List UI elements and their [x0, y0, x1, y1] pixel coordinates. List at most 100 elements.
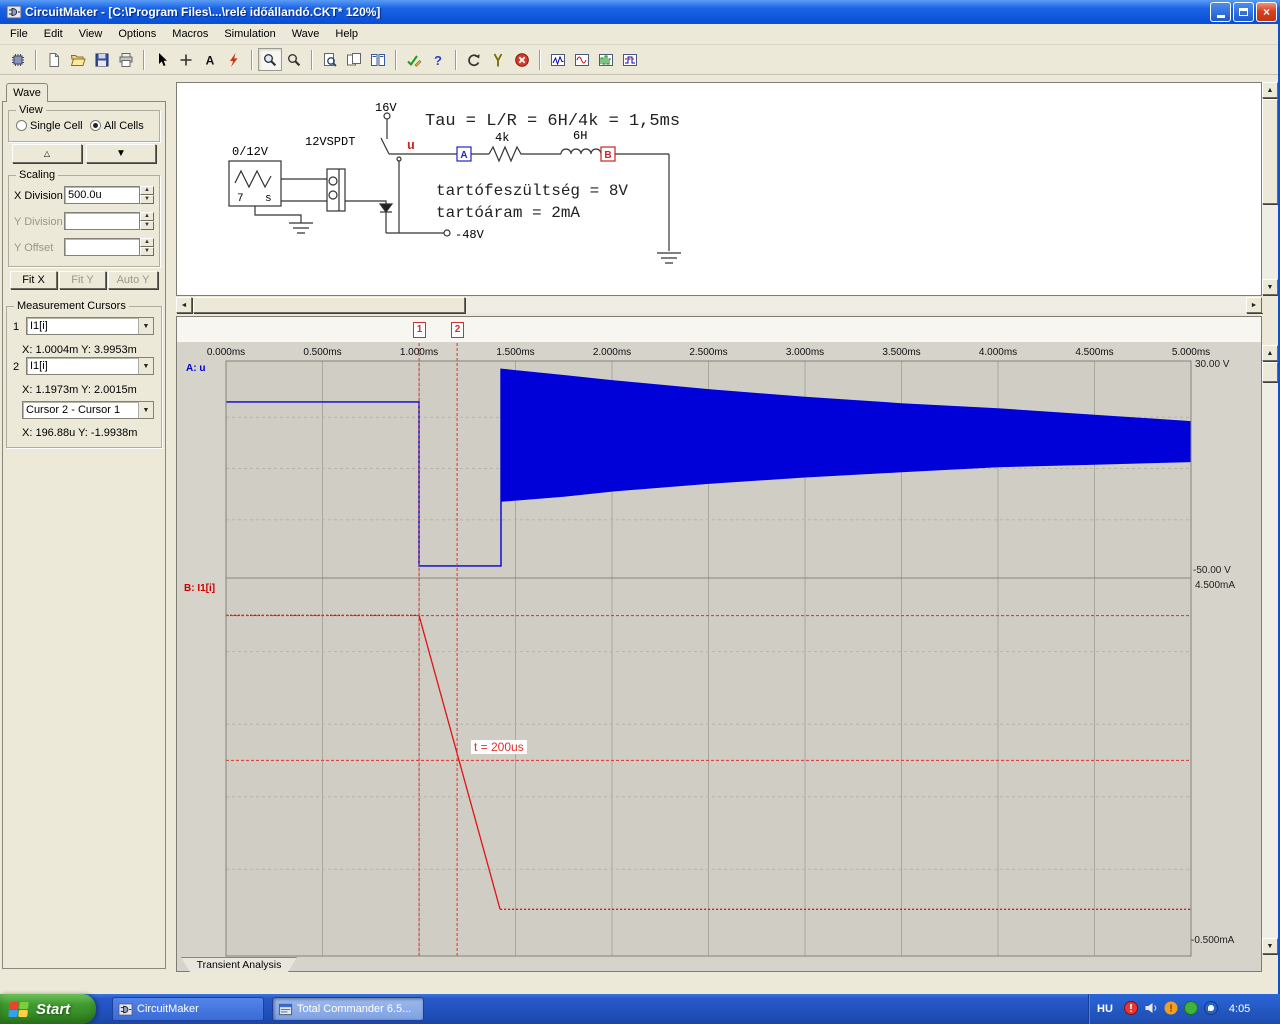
cursor-flag-1[interactable]: 1	[413, 322, 426, 338]
chevron-down-icon[interactable]: ▼	[138, 318, 153, 334]
circuit-hscroll-thumb[interactable]	[193, 297, 465, 313]
menu-wave[interactable]: Wave	[284, 25, 328, 43]
fit-page-icon[interactable]	[318, 48, 342, 71]
y-offset-input[interactable]	[64, 238, 140, 256]
x-tick-label: 2.500ms	[689, 347, 728, 358]
scroll-right-icon[interactable]: ►	[1246, 297, 1262, 313]
zoom-icon[interactable]	[282, 48, 306, 71]
alert-icon[interactable]: !	[1163, 1000, 1179, 1016]
minimize-icon[interactable]	[1210, 2, 1231, 22]
circuit-vscroll-thumb[interactable]	[1262, 99, 1278, 204]
y-offset-spinner[interactable]: ▲ ▼	[140, 238, 154, 256]
tile-windows-icon[interactable]	[366, 48, 390, 71]
note-hold-voltage: tartófeszültség = 8V	[436, 182, 628, 200]
cursor2-signal-select[interactable]: I1[i] ▼	[26, 357, 154, 375]
cursor1-signal-select[interactable]: I1[i] ▼	[26, 317, 154, 335]
help-icon[interactable]: ?	[426, 48, 450, 71]
channel-a-max-label: 30.00 V	[1195, 359, 1230, 370]
zoom-window-icon[interactable]	[258, 48, 282, 71]
taskbar-task-2[interactable]: Total Commander 6.5...	[272, 997, 424, 1021]
start-button[interactable]: Start	[0, 994, 96, 1024]
schematic-panel: 16V 0/12V 7 s 12VSPDT u A B 4k 6H -48V T…	[176, 82, 1262, 296]
cursor-diff-readout: X: 196.88u Y: -1.9938m	[22, 427, 138, 439]
radio-single-cell[interactable]	[16, 120, 27, 131]
auto-y-button: Auto Y	[108, 271, 158, 289]
total-commander-icon	[278, 1002, 293, 1017]
toolbar-separator	[539, 49, 541, 70]
cursor-diff-select[interactable]: Cursor 2 - Cursor 1 ▼	[22, 401, 154, 419]
taskbar-task-1[interactable]: CircuitMaker	[112, 997, 264, 1021]
channel-a-label: A: u	[186, 363, 206, 374]
scroll-up-icon[interactable]: ▲	[1262, 82, 1278, 98]
x-division-spinner[interactable]: ▲ ▼	[140, 186, 154, 204]
y-division-input[interactable]	[64, 212, 140, 230]
circuit-hscrollbar[interactable]: ◄ ►	[176, 297, 1262, 313]
print-icon[interactable]	[114, 48, 138, 71]
waveform-window-4-icon[interactable]	[618, 48, 642, 71]
messenger-icon[interactable]	[1203, 1000, 1219, 1016]
clock[interactable]: 4:05	[1229, 1003, 1250, 1015]
open-file-icon[interactable]	[66, 48, 90, 71]
svg-text:A: A	[206, 53, 215, 67]
volume-icon[interactable]	[1143, 1000, 1159, 1016]
spinner-down-icon: ▼	[140, 221, 154, 230]
waveform-window-2-icon[interactable]	[570, 48, 594, 71]
fit-x-button[interactable]: Fit X	[10, 271, 57, 289]
chevron-down-icon[interactable]: ▼	[138, 358, 153, 374]
scroll-left-icon[interactable]: ◄	[176, 297, 192, 313]
scale-up-button[interactable]: △	[12, 144, 82, 163]
status-icon[interactable]	[1183, 1000, 1199, 1016]
text-tool-icon[interactable]: A	[198, 48, 222, 71]
neg-supply-label: -48V	[455, 228, 485, 242]
parts-browser-icon[interactable]	[6, 48, 30, 71]
y-division-spinner[interactable]: ▲ ▼	[140, 212, 154, 230]
close-icon[interactable]: ×	[1256, 2, 1277, 22]
node-u-label: u	[407, 138, 415, 153]
view-pages-icon[interactable]	[342, 48, 366, 71]
cursor1-readout: X: 1.0004m Y: 3.9953m	[22, 344, 137, 356]
waveform-window-3-icon[interactable]	[594, 48, 618, 71]
cursor-flag-2[interactable]: 2	[451, 322, 464, 338]
scroll-up-icon[interactable]: ▲	[1262, 345, 1278, 361]
probe-tool-icon[interactable]	[486, 48, 510, 71]
circuit-vscrollbar[interactable]: ▲ ▼	[1262, 82, 1278, 296]
scale-down-button[interactable]: ▼	[86, 144, 156, 163]
tab-transient-analysis[interactable]: Transient Analysis	[181, 957, 297, 972]
select-tool-icon[interactable]	[150, 48, 174, 71]
wire-tool-icon[interactable]	[174, 48, 198, 71]
menu-edit[interactable]: Edit	[36, 25, 71, 43]
check-circuit-icon[interactable]	[402, 48, 426, 71]
waveform-vscrollbar[interactable]: ▲ ▼	[1262, 345, 1278, 955]
waveform-window-1-icon[interactable]	[546, 48, 570, 71]
menu-help[interactable]: Help	[327, 25, 366, 43]
save-icon[interactable]	[90, 48, 114, 71]
x-tick-label: 4.500ms	[1075, 347, 1114, 358]
stop-simulation-icon[interactable]	[510, 48, 534, 71]
menu-view[interactable]: View	[71, 25, 111, 43]
scroll-down-icon[interactable]: ▼	[1262, 938, 1278, 954]
menu-options[interactable]: Options	[110, 25, 164, 43]
circuit-schematic[interactable]: 16V 0/12V 7 s 12VSPDT u A B 4k 6H -48V T…	[177, 83, 1261, 295]
waveform-plot[interactable]	[177, 317, 1261, 971]
menu-file[interactable]: File	[2, 25, 36, 43]
tab-wave[interactable]: Wave	[6, 83, 48, 102]
cursor2-signal-value: I1[i]	[30, 360, 48, 372]
delete-tool-icon[interactable]	[222, 48, 246, 71]
chevron-down-icon[interactable]: ▼	[138, 402, 153, 418]
language-indicator[interactable]: HU	[1097, 1003, 1113, 1015]
channel-b-max-label: 4.500mA	[1195, 580, 1236, 591]
inductor-label: 6H	[573, 129, 587, 143]
maximize-icon[interactable]	[1233, 2, 1254, 22]
antivirus-icon[interactable]	[1123, 1000, 1139, 1016]
radio-all-cells[interactable]	[90, 120, 101, 131]
new-file-icon[interactable]	[42, 48, 66, 71]
start-label: Start	[36, 1000, 71, 1018]
menu-bar: File Edit View Options Macros Simulation Wave H…	[0, 24, 1280, 45]
toolbar-separator	[311, 49, 313, 70]
menu-simulation[interactable]: Simulation	[216, 25, 283, 43]
x-division-input[interactable]: 500.0u	[64, 186, 140, 204]
waveform-vscroll-thumb[interactable]	[1262, 362, 1278, 382]
reset-simulation-icon[interactable]	[462, 48, 486, 71]
menu-macros[interactable]: Macros	[164, 25, 216, 43]
scroll-down-icon[interactable]: ▼	[1262, 279, 1278, 295]
